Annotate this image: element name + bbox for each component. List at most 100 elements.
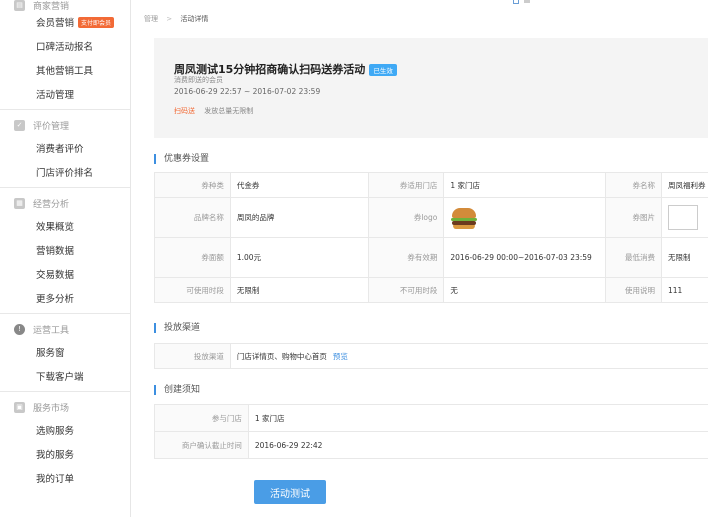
sidebar-item-label: 交易数据 [36,270,75,281]
sidebar-item[interactable]: 其他营销工具 [0,58,130,82]
sidebar-item-label: 我的服务 [36,450,75,461]
cell-label: 可使用时段 [154,277,231,303]
sidebar-item[interactable]: 更多分析 [0,286,130,310]
cell-value: 周凤的品牌 [229,197,369,238]
sidebar-section-title: 评价管理 [33,121,70,132]
sidebar-item-label: 选购服务 [36,426,75,437]
cell-label: 品牌名称 [154,197,231,238]
sidebar-item-label: 效果概览 [36,222,75,233]
sidebar-item-label: 活动管理 [36,90,75,101]
sidebar-item-label: 营销数据 [36,246,75,257]
create-table: 参与门店 1 家门店 商户确认截止时间 2016-06-29 22:42 [154,404,708,459]
cell-label: 券名称 [605,172,662,198]
sidebar-divider [0,187,130,188]
breadcrumb-root[interactable]: 管理 [144,15,158,23]
activity-period: 2016-06-29 22:57 ~ 2016-07-02 23:59 [174,87,321,96]
sidebar-item-label: 门店评价排名 [36,168,94,179]
sidebar-item-label: 下载客户端 [36,372,84,383]
cell-label: 券适用门店 [367,172,445,198]
sidebar-item[interactable]: 选购服务 [0,418,130,442]
sidebar-section-header: ✓ 评价管理 [0,114,130,136]
coupon-image-thumbnail[interactable] [667,205,698,230]
checkbox-icon: ✓ [14,119,25,131]
sidebar-item-label: 口碑活动报名 [36,42,94,53]
sidebar-item[interactable]: 服务窗 [0,340,130,364]
sidebar-item-label: 其他营销工具 [36,66,94,77]
cell-value: 2016-06-29 00:00~2016-07-03 23:59 [443,237,607,278]
sidebar-item[interactable]: 营销数据 [0,238,130,262]
activity-summary: 周凤测试15分钟招商确认扫码送券活动 已生效 消费即送的会员 2016-06-29… [154,38,708,138]
coupon-table: 券种类 代金券 券适用门店 1 家门店 券名称 周凤福利券 品牌名称 周凤的品牌… [154,172,708,303]
sidebar-section: ! 运营工具 服务窗 下载客户端 [0,318,130,392]
breadcrumb: 管理 > 活动详情 [144,14,208,24]
channel-value-cell: 门店详情页、购物中心首页 预览 [229,343,708,369]
cell-value: 111 [660,277,708,303]
cell-label: 券种类 [154,172,231,198]
sidebar-section-header: ▦ 经营分析 [0,192,130,214]
breadcrumb-separator: > [166,15,173,23]
preview-link[interactable]: 预览 [333,352,348,361]
cell-value: 无限制 [660,237,708,278]
cell-value: 无 [443,277,607,303]
sidebar-item-label: 消费者评价 [36,144,84,155]
sidebar-section-title: 服务市场 [33,403,70,414]
sidebar-section-title: 经营分析 [33,199,70,210]
coupon-section-title: 优惠券设置 [154,154,209,164]
table-row: 品牌名称 周凤的品牌 券logo 券图片 [154,197,708,238]
cell-label: 商户确认截止时间 [154,431,249,459]
activity-total: 发放总量无限制 [204,107,254,115]
cell-value: 无限制 [229,277,369,303]
activity-meta: 扫码送 发放总量无限制 [174,106,253,116]
sidebar-item[interactable]: 我的订单 [0,466,130,490]
sidebar: ▤ 商家营销 会员营销 支付即会员口碑活动报名 其他营销工具 活动管理 ✓ 评价管理消费者评价… [0,0,131,517]
burger-logo-icon[interactable] [450,206,478,230]
cell-value: 1 家门店 [443,172,607,198]
table-row: 参与门店 1 家门店 [154,404,708,432]
sidebar-item[interactable]: 活动管理 [0,82,130,106]
cell-value: 2016-06-29 22:42 [247,431,708,459]
sidebar-item[interactable]: 效果概览 [0,214,130,238]
header-icon [513,0,519,4]
channel-section-title: 投放渠道 [154,323,200,333]
table-row: 券面额 1.00元 券有效期 2016-06-29 00:00~2016-07-… [154,237,708,278]
sidebar-item[interactable]: 下载客户端 [0,364,130,388]
status-badge: 已生效 [369,64,397,76]
sidebar-item-label: 我的订单 [36,474,75,485]
cell-value: 代金券 [229,172,369,198]
table-row: 可使用时段 无限制 不可用时段 无 使用说明 111 [154,277,708,303]
store-icon: ▤ [14,0,25,11]
activity-type-tag: 扫码送 [174,107,195,115]
sidebar-item[interactable]: 门店评价排名 [0,160,130,184]
cell-label: 不可用时段 [367,277,445,303]
table-row: 商户确认截止时间 2016-06-29 22:42 [154,431,708,459]
activity-test-button[interactable]: 活动测试 [254,480,326,504]
sidebar-section: ▦ 经营分析效果概览营销数据交易数据更多分析 [0,192,130,314]
channel-table: 投放渠道 门店详情页、购物中心首页 预览 [154,343,708,369]
sidebar-item[interactable]: 交易数据 [0,262,130,286]
cell-label: 投放渠道 [154,343,231,369]
sidebar-section-title: 商家营销 [33,1,70,12]
cell-value: 周凤福利券 [660,172,708,198]
sidebar-item-tag: 支付即会员 [78,16,115,28]
cell-value: 1 家门店 [247,404,708,432]
info-icon: ! [14,323,25,335]
cell-value: 1.00元 [229,237,369,278]
sidebar-item-label: 服务窗 [36,348,65,359]
cell-label: 券面额 [154,237,231,278]
cell-label: 参与门店 [154,404,249,432]
channel-value: 门店详情页、购物中心首页 [236,351,327,361]
header-icon-secondary [524,0,530,3]
sidebar-item[interactable]: 会员营销 支付即会员 [0,10,130,34]
sidebar-item[interactable]: 口碑活动报名 [0,34,130,58]
table-row: 券种类 代金券 券适用门店 1 家门店 券名称 周凤福利券 [154,172,708,198]
coupon-image-cell [660,197,708,238]
sidebar-item[interactable]: 消费者评价 [0,136,130,160]
cell-label: 券有效期 [367,237,445,278]
main-content: 管理 > 活动详情 周凤测试15分钟招商确认扫码送券活动 已生效 消费即送的会员 … [131,0,708,517]
create-section-title: 创建须知 [154,385,200,395]
sidebar-item[interactable]: 我的服务 [0,442,130,466]
sidebar-divider [0,313,130,314]
coupon-logo-cell [443,197,607,238]
sidebar-section-header: ▣ 服务市场 [0,396,130,418]
sidebar-section-header: ▤ 商家营销 [0,0,130,12]
